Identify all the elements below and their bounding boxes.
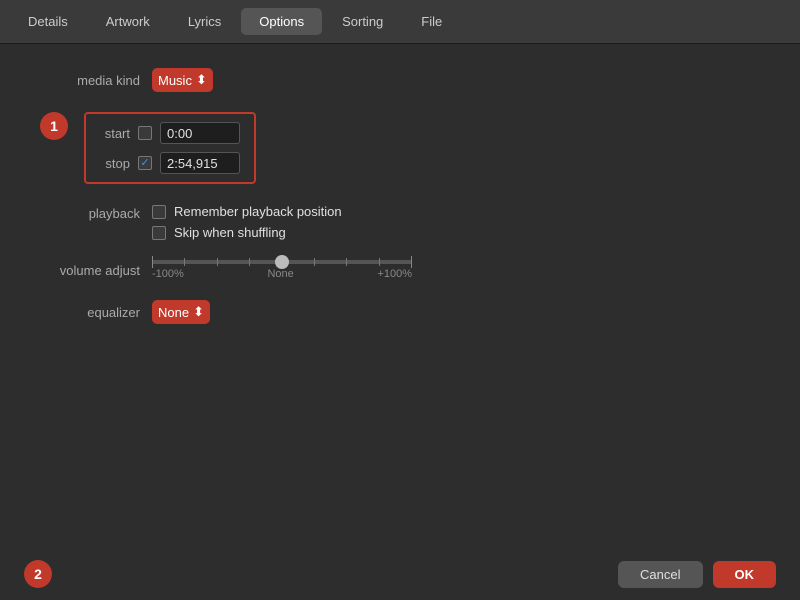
stop-checkbox[interactable]: ✓ — [138, 156, 152, 170]
media-kind-value: Music — [158, 73, 192, 88]
media-kind-arrow-icon: ⬍ — [196, 72, 207, 88]
remember-row: Remember playback position — [152, 204, 342, 219]
volume-slider-track[interactable] — [152, 260, 412, 264]
tick-icon — [184, 258, 185, 266]
playback-label: playback — [40, 204, 140, 221]
tab-file[interactable]: File — [403, 8, 460, 35]
tab-details[interactable]: Details — [10, 8, 86, 35]
tick-icon — [314, 258, 315, 266]
cancel-button[interactable]: Cancel — [618, 561, 702, 588]
badge-2: 2 — [24, 560, 52, 588]
media-kind-row: media kind Music ⬍ — [40, 68, 760, 92]
equalizer-value: None — [158, 305, 189, 320]
tick-icon — [249, 258, 250, 266]
media-kind-label: media kind — [40, 73, 140, 88]
footer: 2 Cancel OK — [0, 548, 800, 600]
playback-section: playback Remember playback position Skip… — [40, 204, 760, 240]
volume-label: volume adjust — [40, 263, 140, 278]
tab-sorting[interactable]: Sorting — [324, 8, 401, 35]
tick-icon — [379, 258, 380, 266]
ok-button[interactable]: OK — [713, 561, 777, 588]
start-checkbox[interactable] — [138, 126, 152, 140]
remember-checkbox[interactable] — [152, 205, 166, 219]
volume-row: volume adjust — [40, 260, 760, 280]
tick-icon — [411, 256, 412, 268]
equalizer-row: equalizer None ⬍ — [40, 300, 760, 324]
start-row: start — [100, 122, 240, 144]
playback-options: Remember playback position Skip when shu… — [152, 204, 342, 240]
content-area: media kind Music ⬍ 1 start stop — [0, 44, 800, 548]
skip-row: Skip when shuffling — [152, 225, 342, 240]
tab-lyrics[interactable]: Lyrics — [170, 8, 239, 35]
start-stop-box: start stop ✓ — [84, 112, 256, 184]
tab-bar: Details Artwork Lyrics Options Sorting F… — [0, 0, 800, 44]
slider-labels: -100% None +100% — [152, 268, 412, 280]
dialog: Details Artwork Lyrics Options Sorting F… — [0, 0, 800, 600]
volume-slider-container: -100% None +100% — [152, 260, 412, 280]
badge-1: 1 — [40, 112, 68, 140]
start-time-input[interactable] — [160, 122, 240, 144]
media-kind-dropdown[interactable]: Music ⬍ — [152, 68, 213, 92]
stop-row: stop ✓ — [100, 152, 240, 174]
checkmark-icon: ✓ — [140, 158, 149, 169]
volume-none-label: None — [267, 268, 293, 280]
tick-icon — [217, 258, 218, 266]
tick-icon — [152, 256, 153, 268]
tab-artwork[interactable]: Artwork — [88, 8, 168, 35]
stop-time-input[interactable] — [160, 152, 240, 174]
stop-label: stop — [100, 156, 130, 171]
equalizer-arrow-icon: ⬍ — [193, 304, 204, 320]
remember-label: Remember playback position — [174, 204, 342, 219]
equalizer-dropdown[interactable]: None ⬍ — [152, 300, 210, 324]
tick-icon — [346, 258, 347, 266]
tab-options[interactable]: Options — [241, 8, 322, 35]
equalizer-label: equalizer — [40, 305, 140, 320]
skip-checkbox[interactable] — [152, 226, 166, 240]
volume-min-label: -100% — [152, 268, 184, 280]
volume-max-label: +100% — [377, 268, 412, 280]
start-stop-section: 1 start stop ✓ — [40, 112, 760, 184]
skip-label: Skip when shuffling — [174, 225, 286, 240]
volume-slider-thumb[interactable] — [275, 255, 289, 269]
start-label: start — [100, 126, 130, 141]
